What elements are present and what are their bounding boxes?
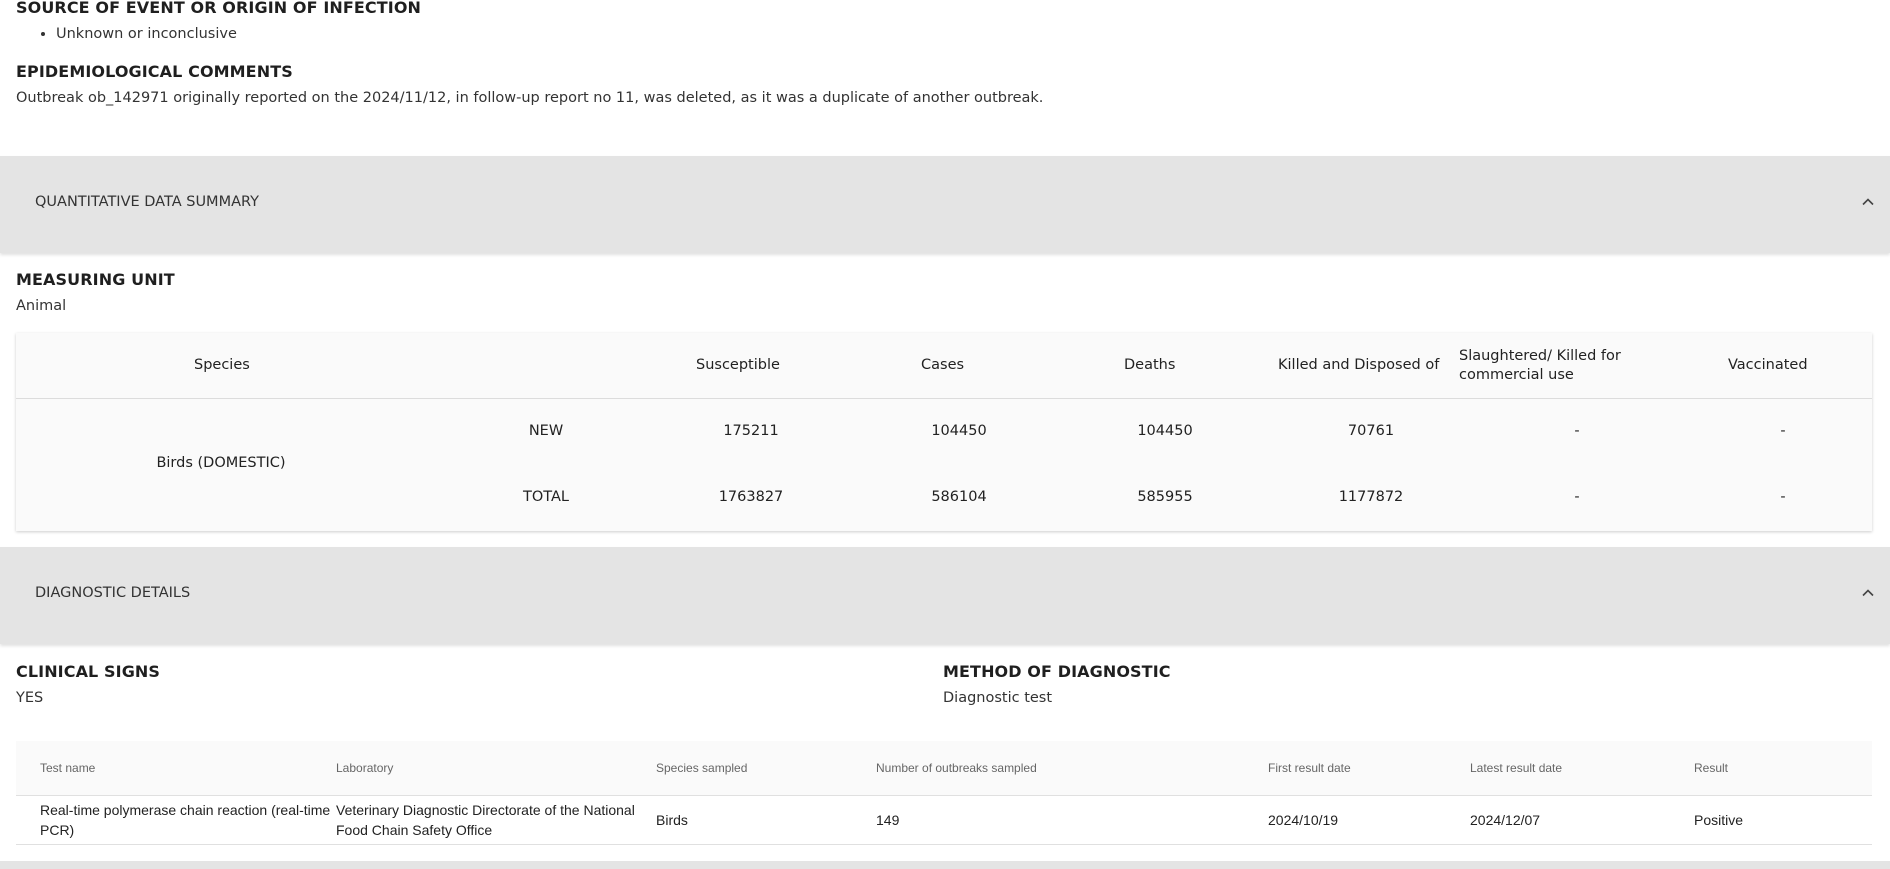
total-deaths: 585955 — [1137, 489, 1193, 505]
cell-latest-result-date: 2024/12/07 — [1470, 812, 1541, 828]
clinical-signs-value: YES — [16, 690, 44, 706]
header-susceptible: Susceptible — [696, 357, 780, 373]
row-label-new: NEW — [528, 423, 564, 439]
header-result: Result — [1694, 761, 1729, 775]
measuring-unit-value: Animal — [16, 298, 67, 314]
source-list: Unknown or inconclusive — [56, 26, 237, 42]
header-species-sampled: Species sampled — [656, 761, 748, 775]
cell-test-name: Real-time polymerase chain reaction (rea… — [40, 802, 331, 838]
species-name: Birds (DOMESTIC) — [156, 455, 286, 471]
header-latest-result-date: Latest result date — [1470, 761, 1563, 775]
total-cases: 586104 — [931, 489, 987, 505]
new-killed: 70761 — [1347, 423, 1395, 439]
row-label-total: TOTAL — [523, 489, 569, 505]
header-species: Species — [194, 357, 250, 373]
total-vaccinated: - — [1780, 489, 1786, 505]
quantitative-table-header: Species Susceptible Cases Deaths Killed … — [16, 333, 1872, 399]
diagnostic-details-title: DIAGNOSTIC DETAILS — [35, 585, 191, 601]
total-susceptible: 1763827 — [718, 489, 784, 505]
cell-laboratory: Veterinary Diagnostic Directorate of the… — [336, 802, 635, 838]
header-vaccinated: Vaccinated — [1728, 357, 1808, 373]
header-first-result-date: First result date — [1268, 761, 1351, 775]
quantitative-summary-accordion-header[interactable]: QUANTITATIVE DATA SUMMARY — [0, 156, 1890, 253]
quantitative-data-table: Species Susceptible Cases Deaths Killed … — [16, 333, 1872, 531]
diagnostic-tests-table: Test name Laboratory Species sampled Num… — [16, 741, 1872, 845]
cell-species-sampled: Birds — [656, 812, 688, 828]
cell-first-result-date: 2024/10/19 — [1268, 812, 1339, 828]
epidemiological-comments-text: Outbreak ob_142971 originally reported o… — [16, 90, 1044, 106]
measuring-unit-heading: MEASURING UNIT — [16, 270, 175, 289]
diagnostic-details-accordion-header[interactable]: DIAGNOSTIC DETAILS — [0, 547, 1890, 644]
total-slaughtered: - — [1574, 489, 1580, 505]
total-killed: 1177872 — [1338, 489, 1404, 505]
new-cases: 104450 — [931, 423, 987, 439]
header-slaughtered: Slaughtered/ Killed for commercial use — [1459, 348, 1621, 383]
source-list-item: Unknown or inconclusive — [56, 26, 237, 42]
new-deaths: 104450 — [1137, 423, 1193, 439]
chevron-up-icon[interactable] — [1860, 194, 1876, 210]
new-vaccinated: - — [1780, 423, 1786, 439]
epidemiological-comments-heading: EPIDEMIOLOGICAL COMMENTS — [16, 62, 293, 81]
header-deaths: Deaths — [1124, 357, 1176, 373]
chevron-up-icon[interactable] — [1860, 585, 1876, 601]
cell-result: Positive — [1694, 812, 1744, 828]
header-laboratory: Laboratory — [336, 761, 394, 775]
diagnostic-table-header: Test name Laboratory Species sampled Num… — [16, 741, 1872, 796]
next-section-band — [0, 861, 1890, 869]
cell-outbreaks-sampled: 149 — [876, 812, 900, 828]
clinical-signs-heading: CLINICAL SIGNS — [16, 662, 161, 681]
header-outbreaks-sampled: Number of outbreaks sampled — [876, 761, 1037, 775]
outbreak-comments-section: SOURCE OF EVENT OR ORIGIN OF INFECTION U… — [0, 0, 1890, 156]
quantitative-summary-title: QUANTITATIVE DATA SUMMARY — [35, 194, 259, 210]
header-cases: Cases — [921, 357, 965, 373]
new-slaughtered: - — [1574, 423, 1580, 439]
method-of-diagnostic-heading: METHOD OF DIAGNOSTIC — [943, 662, 1171, 681]
header-killed-disposed: Killed and Disposed of — [1278, 357, 1440, 373]
header-test-name: Test name — [40, 761, 96, 775]
new-susceptible: 175211 — [723, 423, 779, 439]
method-of-diagnostic-value: Diagnostic test — [943, 690, 1053, 706]
source-of-event-heading: SOURCE OF EVENT OR ORIGIN OF INFECTION — [16, 0, 422, 17]
table-row: Real-time polymerase chain reaction (rea… — [16, 796, 1872, 845]
